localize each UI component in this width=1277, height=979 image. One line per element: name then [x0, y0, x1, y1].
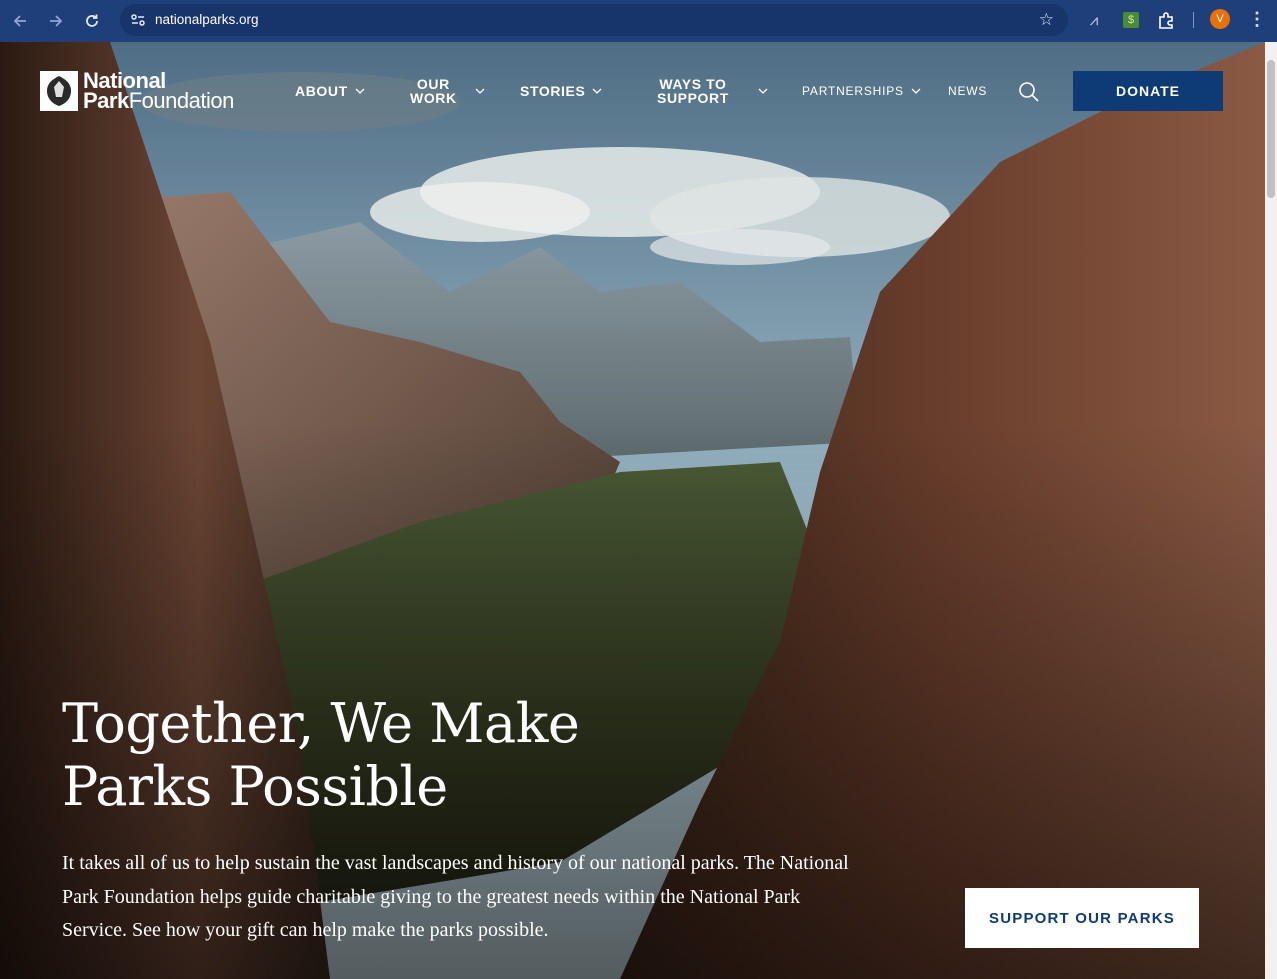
nav-stories[interactable]: STORIES [520, 83, 603, 99]
extensions-puzzle-icon[interactable] [1155, 9, 1177, 31]
browser-toolbar: nationalparks.org ☆ ⩘ $ V ⋮ [0, 0, 1277, 42]
nav-stories-label: STORIES [520, 83, 586, 99]
npf-logo[interactable]: National ParkFoundation [40, 70, 235, 113]
extension-icon[interactable]: ⩘ [1083, 9, 1105, 31]
donate-button[interactable]: DONATE [1073, 71, 1223, 111]
chevron-down-icon [911, 88, 921, 94]
nav-about-label: ABOUT [295, 83, 348, 99]
nav-ways-line2: SUPPORT [657, 90, 729, 106]
nav-our-work-line1: OUR [416, 76, 450, 92]
arrowhead-logo-icon [40, 71, 78, 111]
hero-headline-line2: Parks Possible [62, 755, 448, 818]
hero-description: It takes all of us to help sustain the v… [62, 852, 849, 941]
url-text[interactable]: nationalparks.org [155, 12, 259, 27]
toolbar-divider [1193, 12, 1194, 28]
logo-park: Park [83, 88, 129, 113]
page-scrollbar[interactable] [1265, 42, 1277, 979]
scrollbar-thumb[interactable] [1267, 60, 1275, 198]
support-our-parks-button[interactable]: SUPPORT OUR PARKS [965, 888, 1199, 948]
site-info-icon[interactable] [129, 11, 147, 29]
nav-our-work[interactable]: OUR WORK [410, 77, 457, 105]
nav-about[interactable]: ABOUT [295, 83, 366, 99]
back-arrow-icon[interactable] [2, 3, 38, 39]
hero-section: National ParkFoundation ABOUT OUR WORK S… [0, 42, 1265, 979]
menu-kebab-icon[interactable]: ⋮ [1248, 9, 1266, 29]
search-icon[interactable] [1017, 80, 1041, 104]
chevron-down-icon [592, 88, 602, 94]
hero-headline-line1: Together, We Make [62, 692, 580, 755]
nav-ways-to-support[interactable]: WAYS TO SUPPORT [657, 77, 729, 105]
hero-headline: Together, We Make Parks Possible [62, 692, 702, 818]
profile-avatar[interactable]: V [1210, 9, 1230, 29]
chevron-down-icon [355, 88, 365, 94]
canyon-background-image [0, 42, 1265, 979]
nav-news-label: NEWS [948, 84, 988, 98]
logo-foundation: Foundation [128, 88, 235, 113]
chevron-down-icon[interactable] [474, 85, 486, 97]
forward-arrow-icon[interactable] [38, 3, 74, 39]
nav-news[interactable]: NEWS [948, 84, 987, 98]
bookmark-star-icon[interactable]: ☆ [1039, 10, 1054, 30]
extension-icon[interactable]: $ [1120, 9, 1142, 31]
address-bar[interactable]: nationalparks.org ☆ [120, 4, 1068, 36]
chevron-down-icon[interactable] [757, 85, 769, 97]
nav-our-work-line2: WORK [410, 90, 457, 106]
nav-partnerships-label: PARTNERSHIPS [802, 84, 904, 98]
reload-icon[interactable] [74, 3, 110, 39]
nav-partnerships[interactable]: PARTNERSHIPS [802, 84, 922, 98]
nav-ways-line1: WAYS TO [659, 76, 727, 92]
